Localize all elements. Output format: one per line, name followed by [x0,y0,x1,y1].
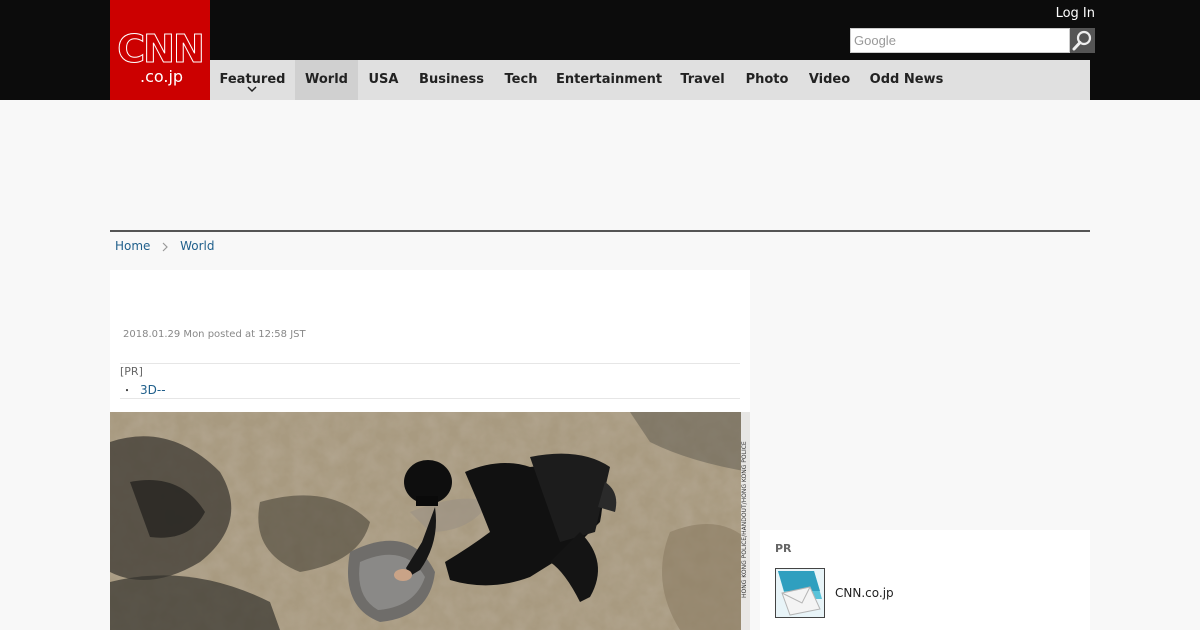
logo-wordmark: CNN [117,27,206,71]
breadcrumb: Home World [115,238,214,254]
envelope-device-icon [776,569,824,617]
search-button[interactable] [1070,28,1095,53]
pr-box: [PR] ・ 3D-- [120,363,740,399]
nav-world[interactable]: World [295,60,358,100]
section-divider [110,230,1090,232]
login-link[interactable]: Log In [1056,6,1095,21]
article-card: 2018.01.29 Mon posted at 12:58 JST [PR] … [110,270,750,630]
nav-tech[interactable]: Tech [494,60,548,100]
nav-business[interactable]: Business [409,60,494,100]
search-icon [1072,30,1092,51]
article-date: 2018.01.29 Mon posted at 12:58 JST [123,329,306,340]
breadcrumb-world[interactable]: World [180,239,214,253]
nav-usa[interactable]: USA [358,60,409,100]
search-input[interactable] [850,28,1070,53]
sidebar-thumbnail[interactable] [775,568,825,618]
breadcrumb-home[interactable]: Home [115,239,150,253]
sidebar-pr-card: PR CNN.co.jp [760,530,1090,630]
pr-link-text: 3D-- [140,383,166,397]
chevron-right-icon [162,242,169,251]
nav-odd-news[interactable]: Odd News [860,60,953,100]
nav-video[interactable]: Video [799,60,860,100]
sidebar-item-link[interactable]: CNN.co.jp [835,586,894,600]
main-nav: Featured World USA Business Tech Enterta… [210,60,1090,100]
bullet: ・ [122,386,132,397]
chevron-down-icon [247,86,257,93]
pr-link[interactable]: ・ 3D-- [122,382,166,397]
nav-entertainment[interactable]: Entertainment [548,60,670,100]
cnn-logo[interactable]: CNN .co.jp [110,0,210,100]
nav-photo[interactable]: Photo [735,60,799,100]
photo-credit: HONG KONG POLICE/HANDOUT/HONG KONG POLIC… [741,441,748,598]
pr-label: [PR] [120,365,143,378]
sidebar-pr-label: PR [775,542,792,555]
article-photo: HONG KONG POLICE/HANDOUT/HONG KONG POLIC… [110,412,750,630]
nav-featured[interactable]: Featured [210,60,295,100]
nav-travel[interactable]: Travel [670,60,735,100]
